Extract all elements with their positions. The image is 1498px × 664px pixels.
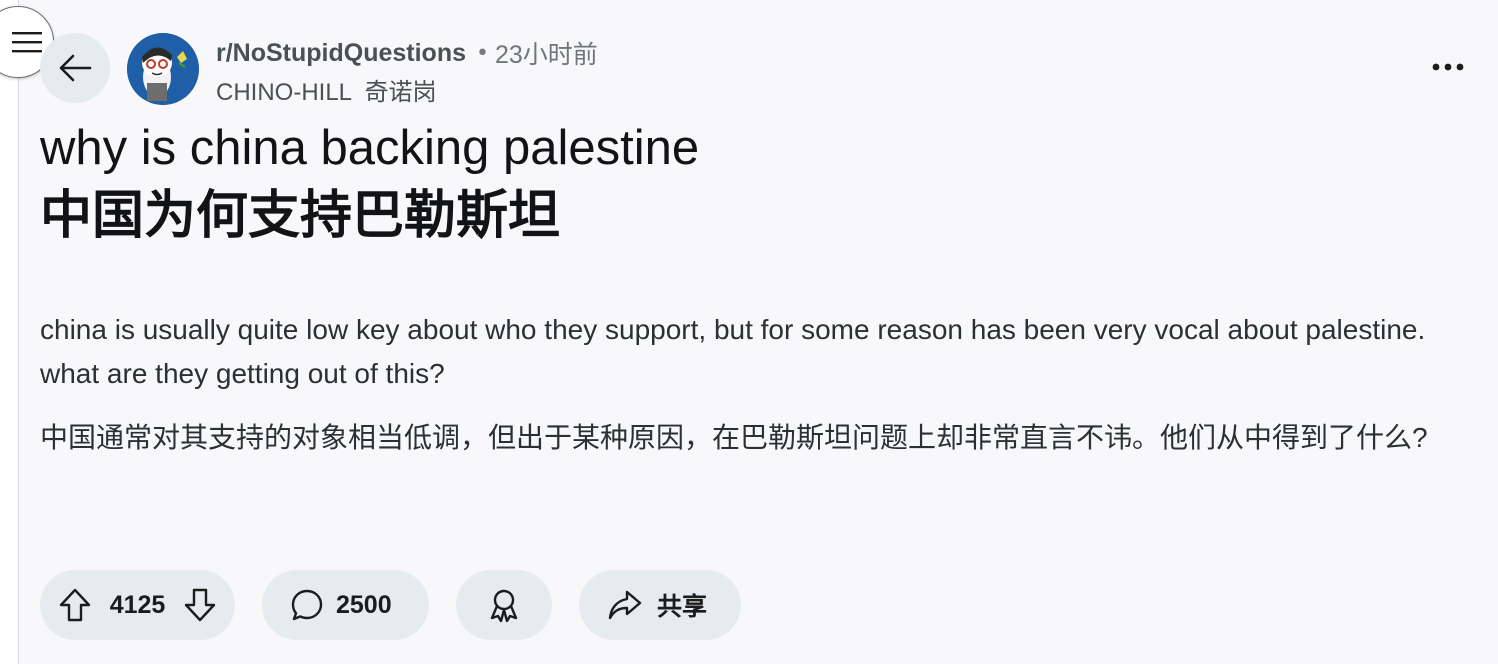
award-icon (487, 587, 521, 623)
speech-bubble-icon (290, 588, 324, 622)
meta-separator: • (476, 40, 489, 66)
share-arrow-icon (607, 589, 643, 621)
vote-control: 4125 (40, 570, 235, 640)
vote-count: 4125 (109, 590, 166, 619)
post-body-english: china is usually quite low key about who… (40, 314, 1426, 389)
more-options-button[interactable] (1426, 52, 1470, 82)
post-body: china is usually quite low key about who… (40, 308, 1460, 460)
comment-count: 2500 (336, 590, 392, 619)
comments-button[interactable]: 2500 (262, 570, 429, 640)
left-rail (0, 0, 19, 664)
post-title: why is china backing palestine 中国为何支持巴勒斯… (40, 118, 1460, 252)
subreddit-link[interactable]: r/NoStupidQuestions (216, 39, 466, 68)
post-time: 23小时前 (494, 41, 598, 69)
post-title-chinese: 中国为何支持巴勒斯坦 (40, 187, 561, 245)
share-label: 共享 (657, 593, 708, 621)
post-title-english: why is china backing palestine (40, 121, 700, 175)
post-actions: 4125 2500 共享 (40, 570, 741, 640)
post-meta: r/NoStupidQuestions • 23小时前 CHINO-HILL 奇… (216, 36, 598, 107)
share-button[interactable]: 共享 (579, 570, 741, 640)
arrow-up-icon[interactable] (58, 587, 92, 623)
avatar-illustration (127, 33, 199, 105)
arrow-down-icon[interactable] (183, 587, 217, 623)
subreddit-avatar[interactable] (127, 33, 199, 105)
more-horizontal-icon (1432, 63, 1464, 71)
award-button[interactable] (456, 570, 552, 640)
author-link[interactable]: CHINO-HILL 奇诺岗 (216, 72, 598, 107)
arrow-left-icon (58, 53, 92, 83)
post-body-chinese: 中国通常对其支持的对象相当低调，但出于某种原因，在巴勒斯坦问题上却非常直言不讳。… (40, 422, 1428, 453)
back-button[interactable] (40, 33, 110, 103)
hamburger-menu-icon (0, 30, 42, 54)
